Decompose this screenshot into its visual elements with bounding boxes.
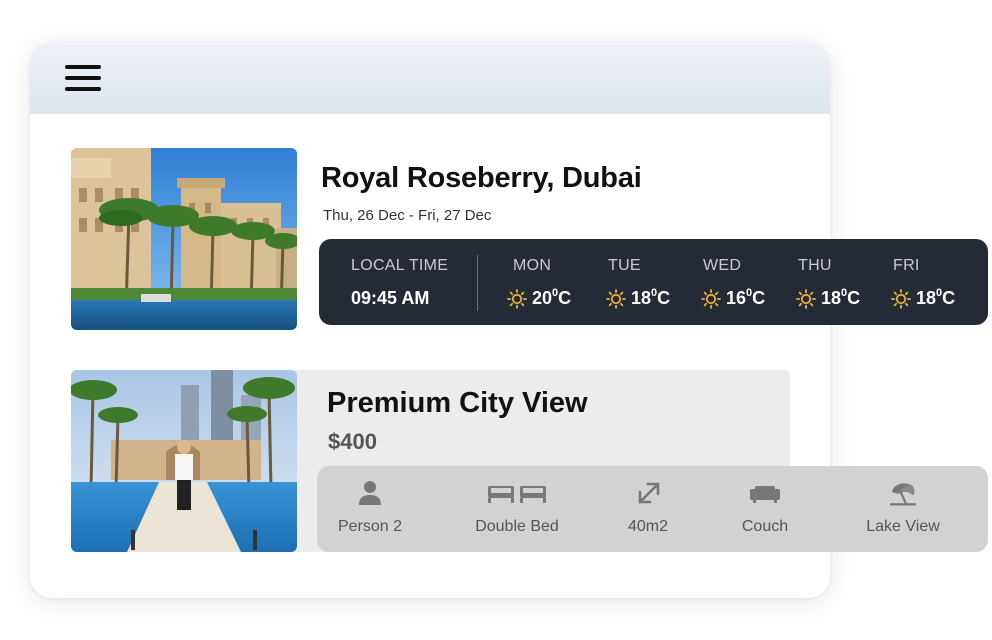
local-time-label: LOCAL TIME <box>351 257 449 274</box>
temp-unit: C <box>752 288 766 308</box>
hamburger-menu-icon[interactable] <box>65 65 101 93</box>
temp-unit: C <box>657 288 671 308</box>
person-icon <box>359 481 381 505</box>
sun-icon <box>891 288 911 309</box>
forecast-temp: 18 <box>631 288 652 308</box>
sun-icon <box>701 288 721 309</box>
stay-dates: Thu, 26 Dec - Fri, 27 Dec <box>323 207 492 224</box>
temp-unit: C <box>942 288 956 308</box>
sun-icon <box>507 288 527 309</box>
forecast-day-label: THU <box>798 257 832 274</box>
amenity-label: Lake View <box>866 518 940 535</box>
hotel-exterior-photo <box>71 148 297 330</box>
forecast-temp: 20 <box>532 288 553 308</box>
forecast-temp: 16 <box>726 288 747 308</box>
top-bar <box>30 42 830 114</box>
forecast-day-label: FRI <box>893 257 920 274</box>
weather-bar: LOCAL TIME 09:45 AM MON 200C TUE 180C WE… <box>319 239 988 325</box>
amenity-label: 40m2 <box>627 518 669 535</box>
beach-umbrella-icon <box>890 483 916 506</box>
amenity-couch: Couch <box>727 466 803 552</box>
amenity-person: Person 2 <box>317 466 423 552</box>
sun-icon <box>606 288 626 309</box>
local-time-value: 09:45 AM <box>351 288 430 308</box>
amenities-bar: Person 2 Double Bed 40m2 Couch Lake View <box>317 466 988 552</box>
pool-walkway-photo <box>71 370 297 552</box>
room-name: Premium City View <box>327 387 588 419</box>
forecast-temp: 18 <box>916 288 937 308</box>
forecast-temp: 18 <box>821 288 842 308</box>
double-bed-icon <box>488 486 546 503</box>
expand-arrow-icon <box>638 482 660 504</box>
forecast-day-label: WED <box>703 257 742 274</box>
temp-unit: C <box>558 288 572 308</box>
weather-divider <box>477 255 478 311</box>
forecast-day-label: MON <box>513 257 552 274</box>
amenity-size: 40m2 <box>607 466 689 552</box>
amenity-label: Couch <box>741 518 789 535</box>
hotel-name: Royal Roseberry, Dubai <box>321 162 642 194</box>
couch-icon <box>750 486 780 503</box>
forecast-day-label: TUE <box>608 257 641 274</box>
amenity-label: Person 2 <box>337 518 403 535</box>
sun-icon <box>796 288 816 309</box>
room-price: $400 <box>328 429 377 454</box>
amenity-label: Double Bed <box>475 518 559 535</box>
amenity-bed: Double Bed <box>465 466 569 552</box>
amenity-view: Lake View <box>847 466 959 552</box>
temp-unit: C <box>847 288 861 308</box>
